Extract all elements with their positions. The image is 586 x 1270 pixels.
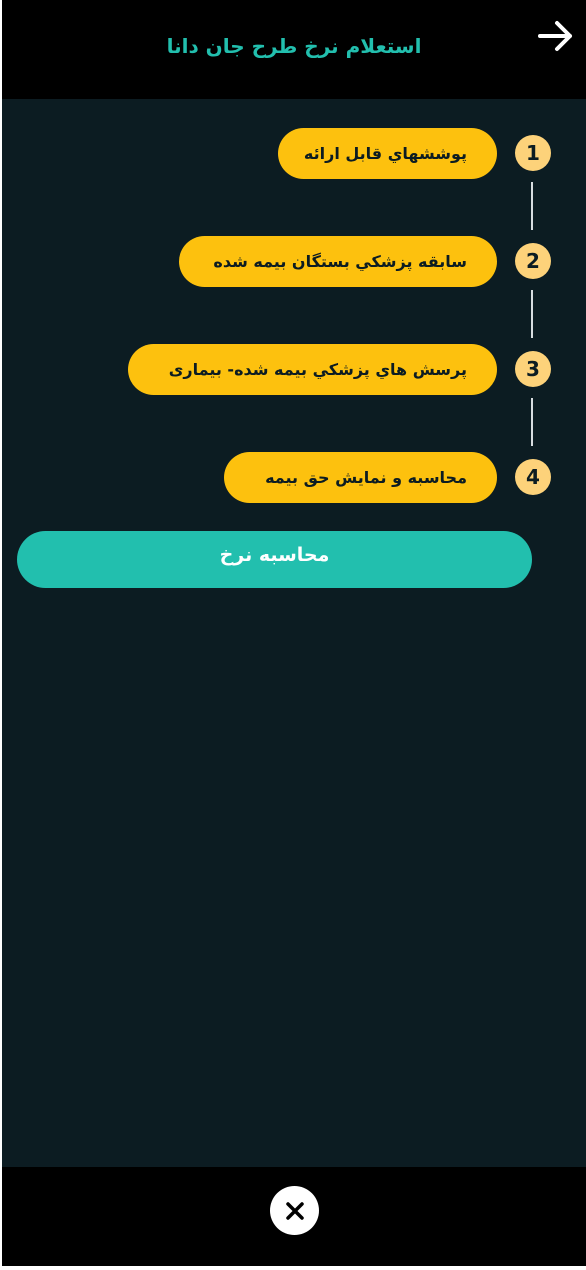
header-bar: استعلام نرخ طرح جان دانا	[2, 0, 586, 99]
footer-bar	[2, 1167, 586, 1266]
step-connector	[531, 182, 533, 230]
step-connector	[531, 398, 533, 446]
step-3-number: 3	[515, 351, 551, 387]
step-1-number: 1	[515, 135, 551, 171]
step-4-button[interactable]: محاسبه و نمایش حق بیمه	[224, 452, 497, 503]
close-button[interactable]	[270, 1186, 319, 1235]
step-2-number: 2	[515, 243, 551, 279]
close-icon	[285, 1201, 304, 1220]
step-3-button[interactable]: پرسش هاي پزشکي بیمه شده- بیماری	[128, 344, 497, 395]
step-1-label: پوششهاي قابل ارائه	[303, 144, 467, 163]
step-2-button[interactable]: سابقه پزشکي بستگان بیمه شده	[179, 236, 497, 287]
page-title: استعلام نرخ طرح جان دانا	[166, 34, 422, 58]
step-2-label: سابقه پزشکي بستگان بیمه شده	[213, 252, 467, 271]
step-1-button[interactable]: پوششهاي قابل ارائه	[278, 128, 497, 179]
calculate-rate-label: محاسبه نرخ	[219, 543, 330, 566]
back-button[interactable]	[534, 14, 578, 58]
calculate-rate-button[interactable]: محاسبه نرخ	[17, 531, 532, 588]
app-screen: استعلام نرخ طرح جان دانا پوششهاي قابل ار…	[2, 0, 586, 1266]
arrow-right-icon	[538, 21, 572, 51]
step-3-label: پرسش هاي پزشکي بیمه شده- بیماری	[168, 360, 467, 379]
step-4-number: 4	[515, 459, 551, 495]
step-4-label: محاسبه و نمایش حق بیمه	[265, 468, 467, 487]
step-connector	[531, 290, 533, 338]
